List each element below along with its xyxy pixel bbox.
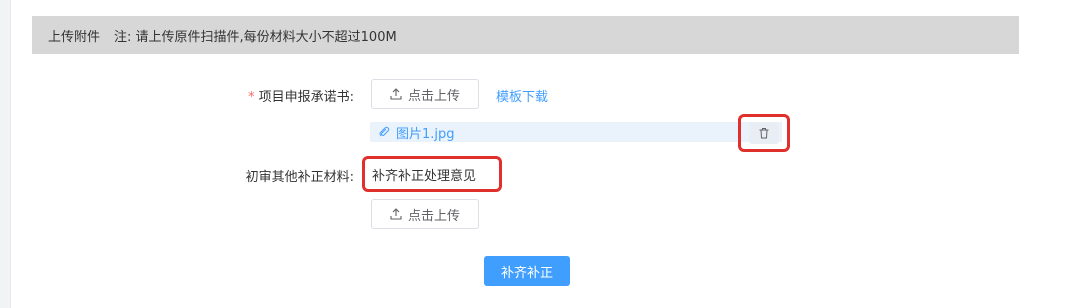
upload-icon	[390, 88, 402, 100]
required-mark: *	[248, 90, 255, 105]
delete-highlight-box	[738, 114, 790, 152]
upload-button-label: 点击上传	[407, 88, 460, 104]
upload-attachments-header: 上传附件 注: 请上传原件扫描件,每份材料大小不超过100M	[32, 16, 1019, 54]
left-panel-edge	[0, 0, 11, 308]
delete-file-button[interactable]	[749, 122, 779, 144]
commitment-label: * 项目申报承诺书:	[230, 86, 354, 105]
paperclip-icon	[379, 126, 390, 137]
correction-opinion-text: 补齐补正处理意见	[362, 156, 502, 192]
trash-icon	[759, 128, 769, 139]
upload-icon	[390, 208, 402, 220]
uploaded-file-item[interactable]: 图片1.jpg	[370, 122, 782, 142]
section-title: 上传附件	[48, 29, 101, 45]
template-download-link[interactable]: 模板下载	[496, 86, 548, 105]
commitment-upload-button[interactable]: 点击上传	[371, 79, 479, 109]
other-materials-upload-button[interactable]: 点击上传	[371, 199, 479, 229]
upload-button-label: 点击上传	[407, 208, 460, 224]
file-name: 图片1.jpg	[396, 126, 455, 142]
commitment-label-text: 项目申报承诺书:	[258, 90, 354, 105]
submit-correction-button[interactable]: 补齐补正	[484, 256, 570, 286]
other-materials-label: 初审其他补正材料:	[245, 170, 354, 185]
section-note: 注: 请上传原件扫描件,每份材料大小不超过100M	[114, 29, 397, 45]
